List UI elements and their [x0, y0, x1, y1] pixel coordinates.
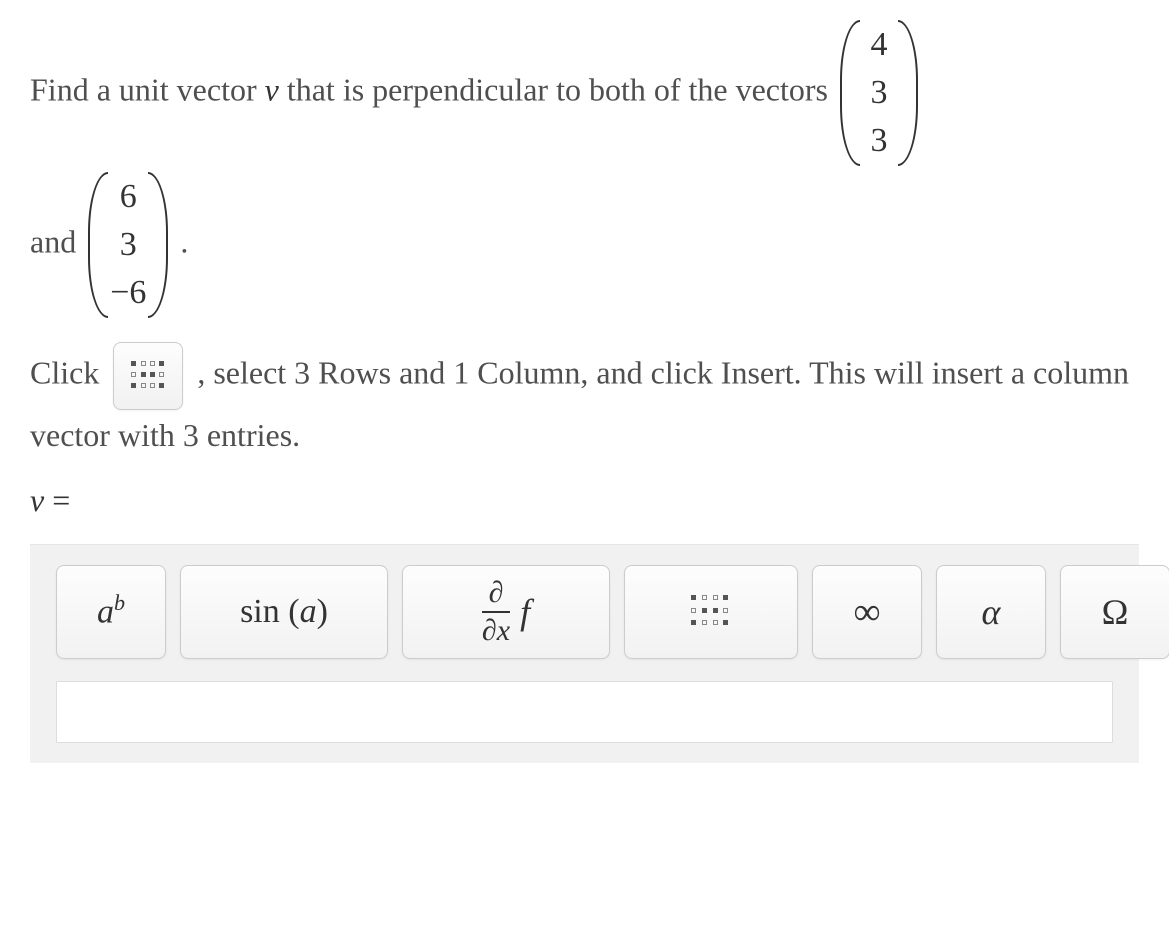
- hint-after-icon: , select 3 Rows and 1 Column, and click …: [30, 354, 1129, 453]
- deriv-num: ∂: [489, 578, 504, 611]
- equation-editor-toolbar: ab sin (a) ∂ ∂x f: [30, 544, 1139, 763]
- omega-button[interactable]: Ω: [1060, 565, 1169, 659]
- problem-and: and: [30, 223, 84, 259]
- var-v: v: [265, 71, 279, 107]
- answer-equals: =: [44, 482, 70, 518]
- trig-fn: sin: [240, 593, 280, 630]
- trig-function-button[interactable]: sin (a): [180, 565, 388, 659]
- deriv-den-d: ∂: [482, 614, 497, 647]
- matrix-button[interactable]: [624, 565, 798, 659]
- superscript-button[interactable]: ab: [56, 565, 166, 659]
- vector-b: 6 3 −6: [88, 172, 168, 318]
- superscript-exp: b: [114, 590, 125, 615]
- infinity-symbol: ∞: [853, 582, 880, 643]
- vector-a-entry-3: 3: [862, 124, 896, 158]
- matrix-insert-button[interactable]: [113, 342, 183, 410]
- problem-paragraph-2: and 6 3 −6 .: [30, 172, 1139, 318]
- trig-close: ): [317, 593, 328, 630]
- superscript-base: a: [97, 593, 114, 630]
- matrix-icon: [691, 595, 731, 629]
- answer-label: v =: [30, 475, 1139, 526]
- deriv-f: f: [520, 584, 530, 642]
- omega-symbol: Ω: [1102, 584, 1129, 642]
- problem-period: .: [180, 223, 188, 259]
- hint-paragraph: Click , select 3 Rows and 1 Column, and …: [30, 342, 1139, 461]
- problem-text-1: Find a unit vector: [30, 71, 265, 107]
- problem-area: Find a unit vector v that is perpendicul…: [0, 0, 1169, 763]
- problem-text-2: that is perpendicular to both of the vec…: [279, 71, 836, 107]
- answer-var-v: v: [30, 482, 44, 518]
- alpha-symbol: α: [982, 584, 1001, 642]
- equation-input[interactable]: [56, 681, 1113, 743]
- vector-b-entry-2: 3: [111, 228, 145, 262]
- vector-a: 4 3 3: [840, 20, 918, 166]
- alpha-button[interactable]: α: [936, 565, 1046, 659]
- derivative-button[interactable]: ∂ ∂x f: [402, 565, 610, 659]
- deriv-den-x: x: [497, 614, 510, 647]
- trig-open: (: [280, 593, 300, 630]
- vector-b-entry-3: −6: [110, 276, 146, 310]
- matrix-icon: [131, 361, 165, 391]
- vector-a-entry-1: 4: [862, 28, 896, 62]
- infinity-button[interactable]: ∞: [812, 565, 922, 659]
- vector-a-entry-2: 3: [862, 76, 896, 110]
- hint-click: Click: [30, 354, 107, 390]
- problem-paragraph-1: Find a unit vector v that is perpendicul…: [30, 20, 1139, 166]
- vector-b-entry-1: 6: [111, 180, 145, 214]
- trig-arg: a: [300, 593, 317, 630]
